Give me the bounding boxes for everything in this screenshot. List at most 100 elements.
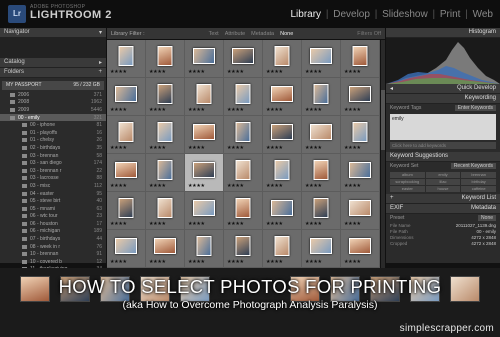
star-rating[interactable]: ★★★★ <box>266 183 283 189</box>
metadata-view-select[interactable]: EXIF <box>390 205 403 212</box>
star-rating[interactable]: ★★★★ <box>305 259 322 265</box>
photo-thumbnail[interactable] <box>235 122 251 143</box>
photo-thumbnail[interactable] <box>115 238 137 255</box>
folder-item[interactable]: 06 - wtc tour 23 <box>0 213 106 221</box>
photo-grid-cell[interactable]: ★★★★ <box>146 78 185 116</box>
keywording-header[interactable]: Keywording <box>386 94 500 104</box>
folder-item[interactable]: 07 - birthdays 44 <box>0 235 106 243</box>
folder-item[interactable]: 2006 371 <box>0 91 106 99</box>
folder-item[interactable]: 10 - brennan 91 <box>0 250 106 258</box>
photo-grid-cell[interactable]: ★★★★ <box>185 78 224 116</box>
keyword-suggestion-chip[interactable]: lilac <box>425 179 461 185</box>
photo-grid-cell[interactable]: ★★★★ <box>185 40 224 78</box>
photo-thumbnail[interactable] <box>235 84 251 105</box>
photo-thumbnail[interactable] <box>118 46 134 67</box>
keyword-suggestion-chip[interactable]: scrapbooking <box>390 179 425 185</box>
module-develop[interactable]: Develop <box>333 9 370 20</box>
keyword-suggestion-chip[interactable]: easter <box>390 186 425 192</box>
photo-thumbnail[interactable] <box>115 162 137 179</box>
photo-thumbnail[interactable] <box>310 238 332 255</box>
plus-icon[interactable]: + <box>98 69 102 76</box>
photo-grid-cell[interactable]: ★★★★ <box>185 230 224 268</box>
photo-thumbnail[interactable] <box>157 122 173 143</box>
star-rating[interactable]: ★★★★ <box>149 69 166 75</box>
photo-grid-cell[interactable]: ★★★★ <box>146 40 185 78</box>
photo-thumbnail[interactable] <box>274 160 290 181</box>
photo-grid-cell[interactable]: ★★★★ <box>185 154 224 192</box>
folder-item[interactable]: 03 - brennan r 22 <box>0 167 106 175</box>
histogram-header[interactable]: Histogram <box>386 28 500 38</box>
star-rating[interactable]: ★★★★ <box>266 259 283 265</box>
photo-thumbnail[interactable] <box>352 122 368 143</box>
star-rating[interactable]: ★★★★ <box>344 145 361 151</box>
star-rating[interactable]: ★★★★ <box>227 145 244 151</box>
star-rating[interactable]: ★★★★ <box>188 145 205 151</box>
star-rating[interactable]: ★★★★ <box>110 69 127 75</box>
photo-grid-cell[interactable]: ★★★★ <box>224 40 263 78</box>
plus-icon[interactable]: + <box>390 195 394 202</box>
star-rating[interactable]: ★★★★ <box>149 221 166 227</box>
star-rating[interactable]: ★★★★ <box>344 69 361 75</box>
photo-thumbnail[interactable] <box>193 48 215 65</box>
star-rating[interactable]: ★★★★ <box>227 69 244 75</box>
photo-thumbnail[interactable] <box>349 200 371 217</box>
metadata-header[interactable]: EXIF Metadata <box>386 204 500 214</box>
photo-thumbnail[interactable] <box>310 124 332 141</box>
photo-grid-cell[interactable]: ★★★★ <box>224 154 263 192</box>
photo-grid-cell[interactable]: ★★★★ <box>263 116 302 154</box>
photo-thumbnail[interactable] <box>157 160 173 181</box>
photo-grid-cell[interactable]: ★★★★ <box>224 192 263 230</box>
photo-grid-cell[interactable]: ★★★★ <box>263 154 302 192</box>
photo-thumbnail[interactable] <box>115 86 137 103</box>
star-rating[interactable]: ★★★★ <box>305 183 322 189</box>
star-rating[interactable]: ★★★★ <box>344 107 361 113</box>
filter-tab-attribute[interactable]: Attribute <box>225 31 245 37</box>
keyword-suggestion-chip[interactable]: brennan <box>461 172 496 178</box>
star-rating[interactable]: ★★★★ <box>188 221 205 227</box>
star-rating[interactable]: ★★★★ <box>266 145 283 151</box>
keyword-textarea[interactable]: emily <box>390 114 496 140</box>
photo-grid-cell[interactable]: ★★★★ <box>302 116 341 154</box>
photo-grid-cell[interactable]: ★★★★ <box>263 78 302 116</box>
volume-row[interactable]: MY PASSPORT 95 / 232 GB <box>2 81 104 90</box>
folder-item[interactable]: 03 - misc 112 <box>0 182 106 190</box>
star-rating[interactable]: ★★★★ <box>227 107 244 113</box>
photo-grid-cell[interactable]: ★★★★ <box>302 192 341 230</box>
star-rating[interactable]: ★★★★ <box>305 107 322 113</box>
photo-grid-cell[interactable]: ★★★★ <box>263 230 302 268</box>
star-rating[interactable]: ★★★★ <box>344 183 361 189</box>
star-rating[interactable]: ★★★★ <box>110 221 127 227</box>
photo-grid-cell[interactable]: ★★★★ <box>341 154 380 192</box>
filter-status[interactable]: Filters Off <box>357 31 381 37</box>
keyword-set-select[interactable]: Recent Keywords <box>450 163 496 169</box>
star-rating[interactable]: ★★★★ <box>149 107 166 113</box>
folder-item[interactable]: 03 - san diego 174 <box>0 159 106 167</box>
folder-item[interactable]: 08 - week in r 76 <box>0 243 106 251</box>
filter-tab-none[interactable]: None <box>280 31 293 37</box>
photo-thumbnail[interactable] <box>349 86 371 103</box>
folder-item[interactable]: 05 - steve birt 40 <box>0 197 106 205</box>
photo-grid-cell[interactable]: ★★★★ <box>302 40 341 78</box>
photo-grid-cell[interactable]: ★★★★ <box>107 192 146 230</box>
keyword-suggestion-chip[interactable]: emily <box>425 172 461 178</box>
filter-tab-metadata[interactable]: Metadata <box>251 31 274 37</box>
photo-grid-cell[interactable]: ★★★★ <box>146 230 185 268</box>
folder-item[interactable]: 06 - michigan 189 <box>0 228 106 236</box>
navigator-preview[interactable] <box>0 38 106 58</box>
star-rating[interactable]: ★★★★ <box>188 183 205 189</box>
folder-item[interactable]: 01 - chelsy 26 <box>0 137 106 145</box>
photo-grid-cell[interactable]: ★★★★ <box>185 192 224 230</box>
star-rating[interactable]: ★★★★ <box>149 259 166 265</box>
grid-scrollbar[interactable] <box>381 40 385 268</box>
module-slideshow[interactable]: Slideshow <box>382 9 428 20</box>
photo-thumbnail[interactable] <box>196 84 212 105</box>
photo-grid-cell[interactable]: ★★★★ <box>146 154 185 192</box>
photo-thumbnail[interactable] <box>313 198 329 219</box>
photo-thumbnail[interactable] <box>157 46 173 67</box>
keyword-suggestion-chip[interactable]: birthday <box>461 179 496 185</box>
star-rating[interactable]: ★★★★ <box>344 221 361 227</box>
star-rating[interactable]: ★★★★ <box>344 259 361 265</box>
photo-thumbnail[interactable] <box>196 236 212 257</box>
photo-grid-cell[interactable]: ★★★★ <box>341 192 380 230</box>
star-rating[interactable]: ★★★★ <box>110 145 127 151</box>
